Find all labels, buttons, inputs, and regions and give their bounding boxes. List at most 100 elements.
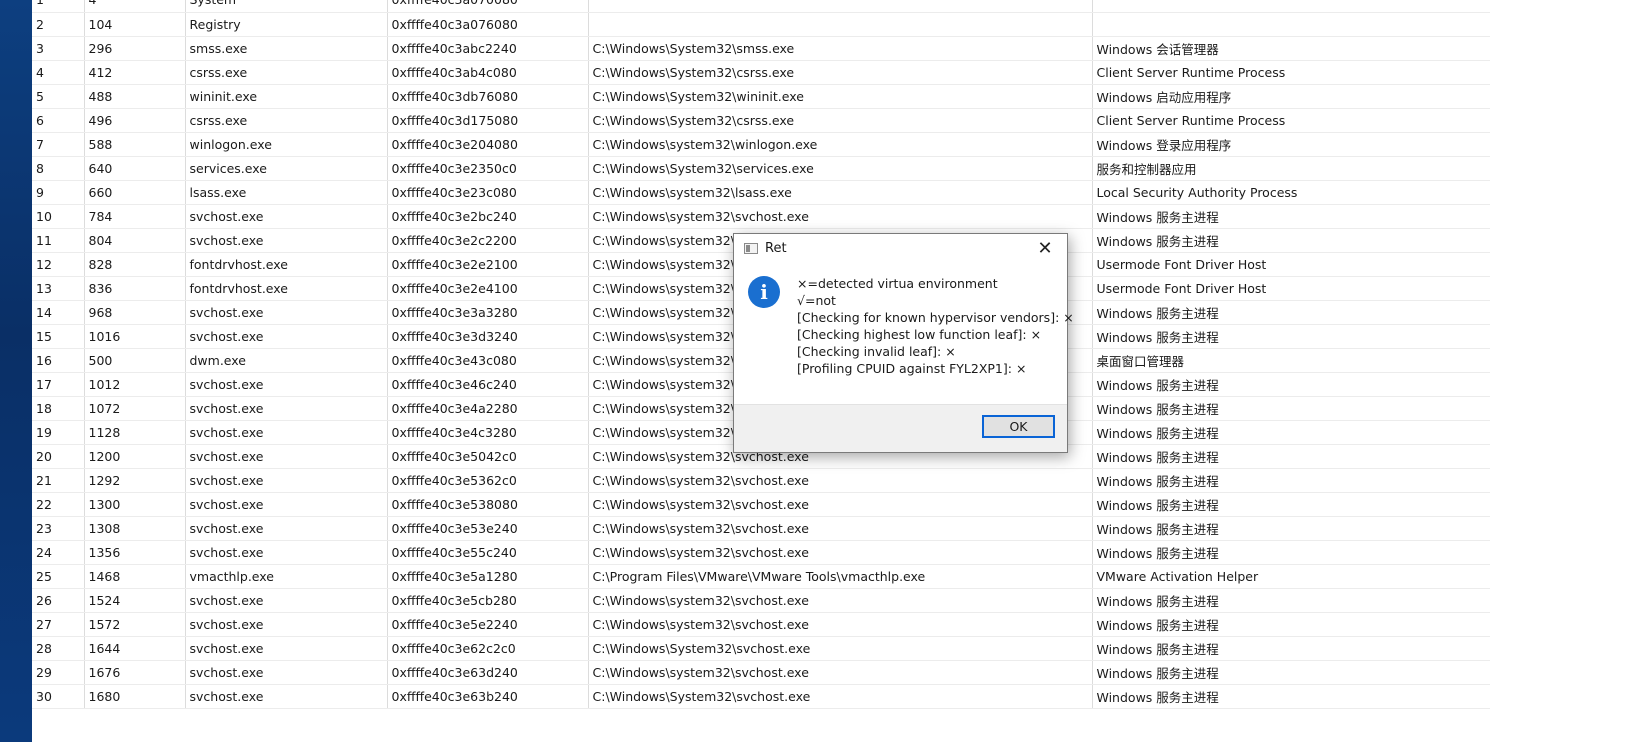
row-index-cell: 22 xyxy=(32,492,85,517)
eprocess-cell: 0xffffe40c3e204080 xyxy=(387,132,589,157)
table-row[interactable]: 5 488 wininit.exe 0xffffe40c3db76080 C:\Wind… xyxy=(32,84,1493,109)
row-index-cell: 14 xyxy=(32,300,85,325)
eprocess-cell: 0xffffe40c3e3d3240 xyxy=(387,324,589,349)
pid-cell: 1644 xyxy=(84,636,186,661)
pid-cell: 968 xyxy=(84,300,186,325)
row-index-cell: 25 xyxy=(32,564,85,589)
description-cell xyxy=(1092,12,1493,37)
image-path-cell: C:\Windows\system32\svchost.exe xyxy=(588,492,1093,517)
table-row[interactable]: 6 496 csrss.exe 0xffffe40c3d175080 C:\Window… xyxy=(32,108,1493,133)
process-name-cell: Registry xyxy=(185,12,388,37)
row-index-cell: 2 xyxy=(32,12,85,37)
description-cell: Windows 登录应用程序 xyxy=(1092,132,1493,157)
description-cell: Windows 服务主进程 xyxy=(1092,324,1493,349)
process-name-cell: fontdrvhost.exe xyxy=(185,276,388,301)
eprocess-cell: 0xffffe40c3e62c2c0 xyxy=(387,636,589,661)
description-cell: Windows 服务主进程 xyxy=(1092,444,1493,469)
message-line: [Checking highest low function leaf]: × xyxy=(797,327,1042,342)
eprocess-cell: 0xffffe40c3e2e4100 xyxy=(387,276,589,301)
table-row[interactable]: 26 1524 svchost.exe 0xffffe40c3e5cb280 C:\Wi… xyxy=(32,588,1493,613)
table-row[interactable]: 9 660 lsass.exe 0xffffe40c3e23c080 C:\Window… xyxy=(32,180,1493,205)
process-name-cell: lsass.exe xyxy=(185,180,388,205)
description-cell: Windows 服务主进程 xyxy=(1092,372,1493,397)
table-row[interactable]: 10 784 svchost.exe 0xffffe40c3e2bc240 C:\Win… xyxy=(32,204,1493,229)
process-name-cell: System xyxy=(185,0,388,13)
close-icon[interactable]: ✕ xyxy=(1023,234,1067,264)
process-name-cell: svchost.exe xyxy=(185,204,388,229)
pid-cell: 4 xyxy=(84,0,186,13)
row-index-cell: 12 xyxy=(32,252,85,277)
description-cell: Windows 服务主进程 xyxy=(1092,228,1493,253)
row-index-cell: 9 xyxy=(32,180,85,205)
description-cell: Windows 服务主进程 xyxy=(1092,204,1493,229)
process-name-cell: svchost.exe xyxy=(185,660,388,685)
table-row[interactable]: 23 1308 svchost.exe 0xffffe40c3e53e240 C:\Wi… xyxy=(32,516,1493,541)
table-row[interactable]: 21 1292 svchost.exe 0xffffe40c3e5362c0 C:\Wi… xyxy=(32,468,1493,493)
row-index-cell: 24 xyxy=(32,540,85,565)
image-path-cell: C:\Windows\system32\svchost.exe xyxy=(588,204,1093,229)
dialog-titlebar[interactable]: Ret ✕ xyxy=(734,234,1067,264)
table-row[interactable]: 30 1680 svchost.exe 0xffffe40c3e63b240 C:\Wi… xyxy=(32,684,1493,709)
pid-cell: 1016 xyxy=(84,324,186,349)
row-index-cell: 7 xyxy=(32,132,85,157)
empty-area xyxy=(1490,0,1626,742)
eprocess-cell: 0xffffe40c3d175080 xyxy=(387,108,589,133)
process-name-cell: svchost.exe xyxy=(185,636,388,661)
table-row[interactable]: 25 1468 vmacthlp.exe 0xffffe40c3e5a1280 C:\P… xyxy=(32,564,1493,589)
pid-cell: 784 xyxy=(84,204,186,229)
image-path-cell: C:\Windows\system32\svchost.exe xyxy=(588,468,1093,493)
eprocess-cell: 0xffffe40c3e53e240 xyxy=(387,516,589,541)
pid-cell: 588 xyxy=(84,132,186,157)
row-index-cell: 8 xyxy=(32,156,85,181)
process-name-cell: svchost.exe xyxy=(185,612,388,637)
eprocess-cell: 0xffffe40c3e5a1280 xyxy=(387,564,589,589)
description-cell: Windows 会话管理器 xyxy=(1092,36,1493,61)
eprocess-cell: 0xffffe40c3e55c240 xyxy=(387,540,589,565)
image-path-cell: C:\Windows\System32\wininit.exe xyxy=(588,84,1093,109)
process-name-cell: svchost.exe xyxy=(185,588,388,613)
table-row[interactable]: 22 1300 svchost.exe 0xffffe40c3e538080 C:\Wi… xyxy=(32,492,1493,517)
pid-cell: 1292 xyxy=(84,468,186,493)
message-line: √=not xyxy=(797,293,836,308)
table-row[interactable]: 27 1572 svchost.exe 0xffffe40c3e5e2240 C:\Wi… xyxy=(32,612,1493,637)
table-row[interactable]: 2 104 Registry 0xffffe40c3a076080 xyxy=(32,12,1493,37)
process-name-cell: svchost.exe xyxy=(185,492,388,517)
dialog-title: Ret xyxy=(765,241,787,256)
description-cell: Windows 服务主进程 xyxy=(1092,300,1493,325)
message-dialog: Ret ✕ i ×=detected virtua environment √=… xyxy=(733,233,1074,453)
row-index-cell: 5 xyxy=(32,84,85,109)
process-name-cell: svchost.exe xyxy=(185,396,388,421)
eprocess-cell: 0xffffe40c3e4c3280 xyxy=(387,420,589,445)
table-row[interactable]: 14System0xffffe40c3a070080 xyxy=(32,0,1493,13)
description-cell: Windows 服务主进程 xyxy=(1092,588,1493,613)
table-row[interactable]: 29 1676 svchost.exe 0xffffe40c3e63d240 C:\Wi… xyxy=(32,660,1493,685)
image-path-cell: C:\Windows\System32\csrss.exe xyxy=(588,108,1093,133)
table-row[interactable]: 4 412 csrss.exe 0xffffe40c3ab4c080 C:\Window… xyxy=(32,60,1493,85)
row-index-cell: 27 xyxy=(32,612,85,637)
row-index-cell: 23 xyxy=(32,516,85,541)
pid-cell: 804 xyxy=(84,228,186,253)
eprocess-cell: 0xffffe40c3e2e2100 xyxy=(387,252,589,277)
table-row[interactable]: 7 588 winlogon.exe 0xffffe40c3e204080 C:\Win… xyxy=(32,132,1493,157)
pid-cell: 1680 xyxy=(84,684,186,709)
row-index-cell: 10 xyxy=(32,204,85,229)
eprocess-cell: 0xffffe40c3abc2240 xyxy=(387,36,589,61)
process-name-cell: csrss.exe xyxy=(185,108,388,133)
pid-cell: 828 xyxy=(84,252,186,277)
ok-button[interactable]: OK xyxy=(982,415,1055,438)
table-row[interactable]: 8 640 services.exe 0xffffe40c3e2350c0 C:\Win… xyxy=(32,156,1493,181)
image-path-cell: C:\Windows\system32\svchost.exe xyxy=(588,660,1093,685)
description-cell: Windows 服务主进程 xyxy=(1092,612,1493,637)
table-row[interactable]: 28 1644 svchost.exe 0xffffe40c3e62c2c0 C:\Wi… xyxy=(32,636,1493,661)
pid-cell: 500 xyxy=(84,348,186,373)
process-name-cell: svchost.exe xyxy=(185,516,388,541)
process-name-cell: svchost.exe xyxy=(185,444,388,469)
row-index-cell: 6 xyxy=(32,108,85,133)
table-row[interactable]: 3 296 smss.exe 0xffffe40c3abc2240 C:\Windows… xyxy=(32,36,1493,61)
process-name-cell: svchost.exe xyxy=(185,420,388,445)
table-row[interactable]: 24 1356 svchost.exe 0xffffe40c3e55c240 C:\Wi… xyxy=(32,540,1493,565)
image-path-cell: C:\Windows\system32\svchost.exe xyxy=(588,540,1093,565)
image-path-cell: C:\Program Files\VMware\VMware Tools\vma… xyxy=(588,564,1093,589)
process-name-cell: svchost.exe xyxy=(185,324,388,349)
pid-cell: 1572 xyxy=(84,612,186,637)
